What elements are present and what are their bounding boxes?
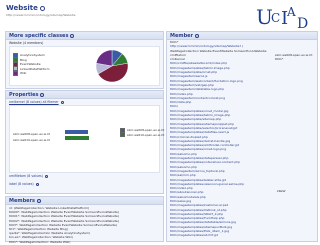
property-xmlfiletom[interactable]: xmlfiletom (8 values) <box>6 173 51 179</box>
info-icon[interactable] <box>44 174 48 178</box>
info-icon[interactable] <box>40 5 46 11</box>
legend-label: Blog <box>20 57 27 62</box>
bar-labels: skm:ws608-span.ex-si-ht skm:ws610-span.ex… <box>13 131 50 143</box>
bar-legend-item: skm:ws610-span.ex-si-ht <box>120 132 165 138</box>
legend-swatch <box>120 132 125 138</box>
panel-header: Properties <box>6 91 163 99</box>
member-file-link[interactable]: t001/magastemplates/sIUmT.jpt <box>170 233 270 237</box>
info-icon[interactable] <box>60 100 64 104</box>
panel-header: More specific classes <box>6 32 163 40</box>
properties-panel: Properties xmlkernel (8 values) all file… <box>5 90 164 194</box>
bar-label[interactable]: skm:ws610-span.ex-si-ht <box>13 137 50 143</box>
legend-label: skm:ws610-span.ex-si-ht <box>127 132 165 137</box>
legend-label: skm:ws608-span.ex-si-ht <box>127 128 165 133</box>
logo-letter-a: A <box>286 5 296 19</box>
members-panel: Members id: (WebPageCollection: Website … <box>5 196 164 245</box>
pie-chart-area: AnalyticsSystem Blog EventWebsite LinkedDat… <box>9 46 160 86</box>
pie-legend-item: Wiki <box>13 70 50 76</box>
info-icon[interactable] <box>40 92 45 97</box>
legend-label: EventWebsite <box>20 62 41 67</box>
members-list: id: (WebPageCollection: Website LinkedDa… <box>6 205 163 245</box>
info-icon[interactable] <box>195 33 200 38</box>
legend-label: LinkedDataPlatform <box>20 66 50 71</box>
pie-legend: AnalyticsSystem Blog EventWebsite LinkedDat… <box>13 52 50 76</box>
panel-header: Member <box>167 32 317 40</box>
panel-header: Members <box>6 197 163 205</box>
bar-chart-area: skm:ws608-span.ex-si-ht skm:ws610-span.ex… <box>9 105 164 173</box>
logo-letter-d: D <box>297 16 308 32</box>
pie-chart <box>95 49 129 83</box>
info-icon[interactable] <box>35 182 39 186</box>
member-right-bottom: kReW <box>277 189 286 193</box>
member-list-item[interactable]: t001*: WebPageCollection: Website Wiki) <box>9 240 160 244</box>
bar-1[interactable] <box>65 136 89 140</box>
specific-classes-panel: More specific classes Website (4 members… <box>5 31 164 89</box>
page-url[interactable]: http://reward.mmm/ontology/sitemap/Websi… <box>6 13 75 17</box>
legend-swatch <box>13 70 18 76</box>
legend-label: AnalyticsSystem <box>20 53 45 58</box>
info-icon[interactable] <box>37 198 41 203</box>
bar-0[interactable] <box>65 130 88 134</box>
member-id-right: t001* <box>275 57 284 62</box>
logo-letter-c: C <box>271 11 280 25</box>
legend-label: Wiki <box>20 71 27 76</box>
info-icon[interactable] <box>70 33 75 38</box>
pie-slice-wiki[interactable] <box>96 49 113 67</box>
page-title: Website <box>6 4 46 12</box>
member-panel: Member t001* http://reward.mmm/ontology/… <box>166 31 318 242</box>
property-label[interactable]: label (8 values) <box>6 181 42 187</box>
bar-legend: skm:ws608-span.ex-si-ht skm:ws610-span.ex… <box>120 127 165 138</box>
member-files-list: t001/xmlfile/abasdeltal-xml/index.php t00… <box>167 61 270 237</box>
